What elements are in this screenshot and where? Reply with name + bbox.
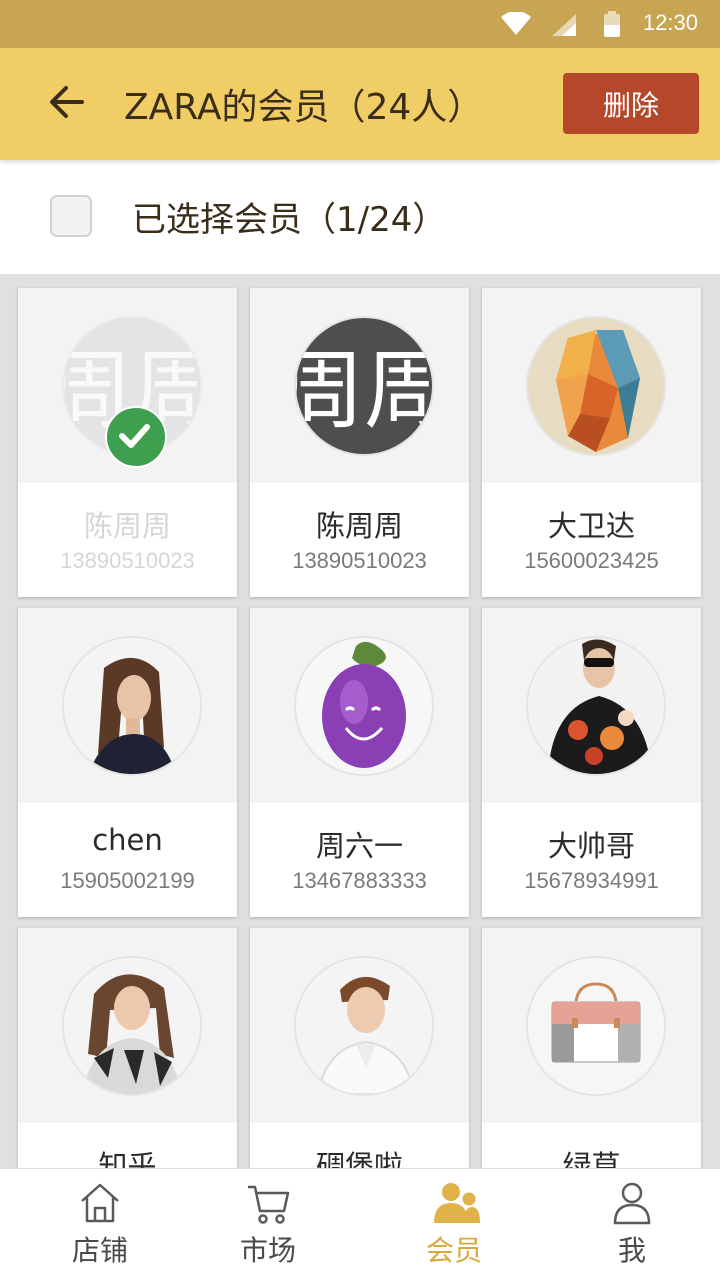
tab-members-label: 会员 [425, 1234, 482, 1267]
member-card[interactable]: 大卫达 15600023425 [482, 288, 701, 597]
member-avatar [296, 958, 432, 1094]
tab-me[interactable]: 我 [542, 1169, 720, 1281]
member-phone: 15905002199 [60, 868, 195, 893]
member-avatar [528, 958, 664, 1094]
member-card[interactable]: 周周 陈周周 13890510023 [18, 288, 237, 597]
member-photo-area: 周周 [18, 288, 237, 483]
member-name: 陈周周 [315, 509, 403, 543]
member-name: 碉堡啦 [315, 1149, 403, 1168]
shop-icon [81, 1183, 119, 1223]
member-photo-area [250, 608, 469, 803]
member-photo-area [250, 928, 469, 1123]
member-grid: 周周 陈周周 13890510023 周周 陈周周 13890510023 大卫… [0, 274, 720, 1168]
delete-button[interactable]: 删除 [563, 73, 699, 134]
status-bar: 12:30 [0, 0, 720, 48]
select-all-checkbox[interactable] [50, 195, 92, 237]
member-avatar [528, 638, 664, 774]
member-card[interactable]: chen 15905002199 [18, 608, 237, 917]
member-name: 大帅哥 [547, 829, 635, 863]
tab-members[interactable]: 会员 [364, 1169, 544, 1281]
member-name: 陈周周 [83, 509, 171, 543]
member-avatar [296, 638, 432, 774]
member-phone: 15600023425 [524, 548, 659, 573]
member-photo-area [482, 928, 701, 1123]
member-card[interactable]: 大帅哥 15678934991 [482, 608, 701, 917]
selection-count-label: 已选择会员（1/24） [132, 200, 447, 240]
member-avatar [64, 638, 200, 774]
member-photo-area [482, 288, 701, 483]
bottom-tab-bar: 店铺 市场 会员 我 [0, 1168, 720, 1281]
member-photo-area [482, 608, 701, 803]
member-avatar: 周周 [296, 318, 432, 454]
tab-market-label: 市场 [239, 1234, 296, 1267]
member-card[interactable]: 绿草 [482, 928, 701, 1168]
member-phone: 13467883333 [292, 868, 427, 893]
signal-icon [552, 14, 576, 36]
page-title: ZARA的会员（24人） [124, 87, 484, 128]
member-name: 绿草 [562, 1149, 621, 1168]
member-photo-area [18, 928, 237, 1123]
member-phone: 15678934991 [524, 868, 659, 893]
tab-me-label: 我 [617, 1234, 646, 1267]
member-card[interactable]: 碉堡啦 [250, 928, 469, 1168]
selected-check-icon [105, 406, 167, 468]
svg-text:周周: 周周 [296, 341, 432, 441]
member-card[interactable]: 知乎 [18, 928, 237, 1168]
tab-shop-label: 店铺 [71, 1234, 128, 1267]
tab-shop[interactable]: 店铺 [10, 1169, 190, 1281]
person-icon [613, 1182, 651, 1225]
member-name: 周六一 [315, 829, 403, 863]
member-name: chen [92, 823, 163, 857]
battery-icon [604, 11, 620, 37]
members-icon [434, 1183, 480, 1223]
member-phone: 13890510023 [60, 548, 195, 573]
app-bar: ZARA的会员（24人） 删除 [0, 48, 720, 160]
cart-icon [248, 1185, 290, 1224]
member-phone: 13890510023 [292, 548, 427, 573]
status-time: 12:30 [642, 10, 698, 35]
member-photo-area: 周周 [250, 288, 469, 483]
back-arrow-icon[interactable] [46, 82, 90, 122]
member-photo-area [18, 608, 237, 803]
member-card[interactable]: 周六一 13467883333 [250, 608, 469, 917]
tab-market[interactable]: 市场 [178, 1169, 358, 1281]
wifi-icon [501, 12, 531, 35]
member-name: 大卫达 [547, 509, 635, 543]
member-avatar [528, 318, 664, 454]
member-name: 知乎 [98, 1149, 157, 1168]
selection-bar: 已选择会员（1/24） [0, 160, 720, 274]
member-avatar [64, 958, 200, 1094]
member-card[interactable]: 周周 陈周周 13890510023 [250, 288, 469, 597]
